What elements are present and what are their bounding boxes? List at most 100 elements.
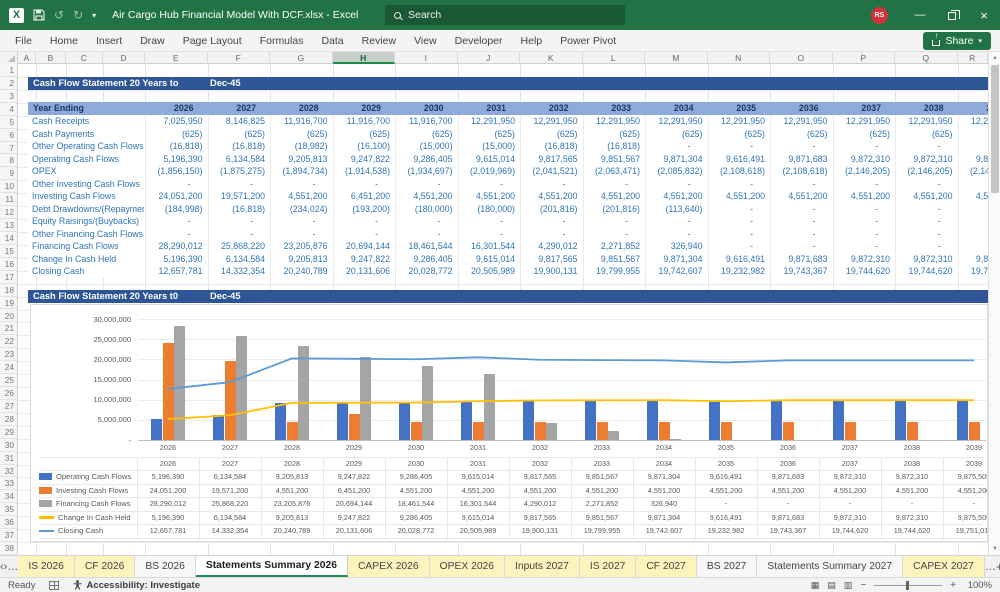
cell[interactable]: (16,100) — [333, 140, 396, 153]
cell[interactable]: (1,914,538) — [333, 165, 396, 178]
cell[interactable]: (625) — [208, 128, 271, 141]
cell[interactable]: (2,041,521) — [520, 165, 583, 178]
cell[interactable]: - — [895, 203, 958, 216]
cell[interactable]: - — [958, 178, 989, 191]
column-header-J[interactable]: J — [458, 52, 520, 64]
cell[interactable]: (16,818) — [520, 140, 583, 153]
cell[interactable]: 12,291,950 — [708, 115, 771, 128]
cell[interactable]: (1,856,150) — [145, 165, 208, 178]
cell[interactable]: 5,196,390 — [145, 153, 208, 166]
cell[interactable]: - — [583, 228, 646, 241]
cell[interactable]: 9,875,505 — [958, 153, 988, 166]
zoom-slider[interactable] — [874, 580, 943, 590]
normal-view-icon[interactable]: ▦ — [811, 580, 820, 591]
row-header-7[interactable]: 7 — [0, 142, 17, 155]
excel-app-icon[interactable]: X — [9, 7, 24, 23]
column-header-Q[interactable]: Q — [895, 52, 958, 64]
row-header-38[interactable]: 38 — [0, 542, 17, 555]
cell[interactable]: - — [708, 203, 771, 216]
cell[interactable]: 16,301,544 — [458, 240, 521, 253]
cell[interactable]: (625) — [458, 128, 521, 141]
sheet-tab-is-2026[interactable]: IS 2026 — [18, 556, 75, 577]
cell[interactable]: 12,291,950 — [583, 115, 646, 128]
accessibility-status[interactable]: Accessibility: Investigate — [73, 580, 200, 591]
cell[interactable]: 11,916,700 — [270, 115, 333, 128]
cell[interactable]: - — [645, 215, 708, 228]
cell[interactable]: - — [958, 203, 989, 216]
row-header-3[interactable]: 3 — [0, 90, 17, 103]
row-header-13[interactable]: 13 — [0, 219, 17, 232]
cell[interactable]: 8,146,825 — [208, 115, 271, 128]
cell[interactable]: (193,200) — [333, 203, 396, 216]
cell[interactable]: 12,291,950 — [520, 115, 583, 128]
row-header-8[interactable]: 8 — [0, 154, 17, 168]
row-header-28[interactable]: 28 — [0, 413, 17, 426]
cell[interactable]: (1,934,697) — [395, 165, 458, 178]
row-label-opex[interactable]: OPEX — [32, 165, 144, 178]
cell[interactable]: (625) — [583, 128, 646, 141]
cell[interactable]: (625) — [520, 128, 583, 141]
cell[interactable]: - — [708, 140, 771, 153]
row-label-other-investing-cash-flows[interactable]: Other Investing Cash Flows — [32, 178, 144, 191]
cell[interactable]: 4,551,200 — [270, 190, 333, 203]
column-header-H[interactable]: H — [332, 52, 395, 64]
worksheet[interactable]: Cash Flow Statement 20 Years to Dec-45 Y… — [18, 64, 988, 555]
row-header-37[interactable]: 37 — [0, 529, 17, 543]
cell[interactable]: 20,505,989 — [458, 265, 521, 278]
ribbon-tab-developer[interactable]: Developer — [446, 30, 512, 51]
row-header-26[interactable]: 26 — [0, 387, 17, 400]
cell[interactable]: 20,131,606 — [333, 265, 396, 278]
row-header-34[interactable]: 34 — [0, 490, 17, 504]
column-header-I[interactable]: I — [395, 52, 458, 64]
cell[interactable]: (16,818) — [208, 203, 271, 216]
column-header-R[interactable]: R — [958, 52, 988, 64]
cell[interactable]: - — [458, 215, 521, 228]
cell[interactable]: (625) — [270, 128, 333, 141]
sheet-tab-bs-2026[interactable]: BS 2026 — [135, 556, 196, 577]
cell[interactable]: 9,205,813 — [270, 253, 333, 266]
cell[interactable]: (625) — [145, 128, 208, 141]
cell[interactable]: 12,657,781 — [145, 265, 208, 278]
cell[interactable]: (2,108,618) — [708, 165, 771, 178]
sheet-tab-cf-2027[interactable]: CF 2027 — [636, 556, 697, 577]
cell[interactable]: 6,134,584 — [208, 253, 271, 266]
cell[interactable]: - — [333, 215, 396, 228]
row-header-14[interactable]: 14 — [0, 232, 17, 245]
page-break-view-icon[interactable]: ▥ — [844, 580, 853, 591]
cell[interactable]: 9,247,822 — [333, 253, 396, 266]
sheet-tab-inputs-2027[interactable]: Inputs 2027 — [505, 556, 580, 577]
cell[interactable]: 9,615,014 — [458, 253, 521, 266]
cell[interactable]: (184,998) — [145, 203, 208, 216]
cell[interactable]: 9,615,014 — [458, 153, 521, 166]
undo-icon[interactable]: ↺ — [54, 8, 64, 22]
cell[interactable]: - — [770, 140, 833, 153]
cell[interactable]: - — [833, 240, 896, 253]
cell[interactable]: - — [208, 228, 271, 241]
ribbon-tab-review[interactable]: Review — [353, 30, 405, 51]
cell[interactable]: 7,025,950 — [145, 115, 208, 128]
row-label-equity-raisings-buybacks[interactable]: Equity Raisings/(Buybacks) — [32, 215, 144, 228]
cell[interactable]: (16,818) — [145, 140, 208, 153]
cell[interactable]: 9,871,683 — [770, 253, 833, 266]
row-header-16[interactable]: 16 — [0, 258, 17, 271]
cell[interactable]: 19,232,982 — [708, 265, 771, 278]
sheet-tab-is-2027[interactable]: IS 2027 — [579, 556, 637, 577]
cell[interactable]: (2,063,471) — [583, 165, 646, 178]
cell[interactable]: (18,982) — [270, 140, 333, 153]
cell[interactable]: 12,291,950 — [895, 115, 958, 128]
row-header-5[interactable]: 5 — [0, 116, 17, 129]
restore-button[interactable] — [936, 0, 968, 30]
ribbon-tab-help[interactable]: Help — [512, 30, 552, 51]
cell[interactable]: 20,028,772 — [395, 265, 458, 278]
cell[interactable]: 2,271,852 — [583, 240, 646, 253]
column-header-F[interactable]: F — [208, 52, 270, 64]
cell[interactable]: - — [145, 228, 208, 241]
column-header-N[interactable]: N — [708, 52, 770, 64]
cell[interactable]: (234,024) — [270, 203, 333, 216]
cell[interactable]: - — [645, 178, 708, 191]
row-header-6[interactable]: 6 — [0, 129, 17, 142]
cell[interactable]: (625) — [333, 128, 396, 141]
column-header-E[interactable]: E — [145, 52, 208, 64]
share-button[interactable]: Share ▾ — [923, 32, 991, 50]
cell[interactable]: 326,940 — [645, 240, 708, 253]
